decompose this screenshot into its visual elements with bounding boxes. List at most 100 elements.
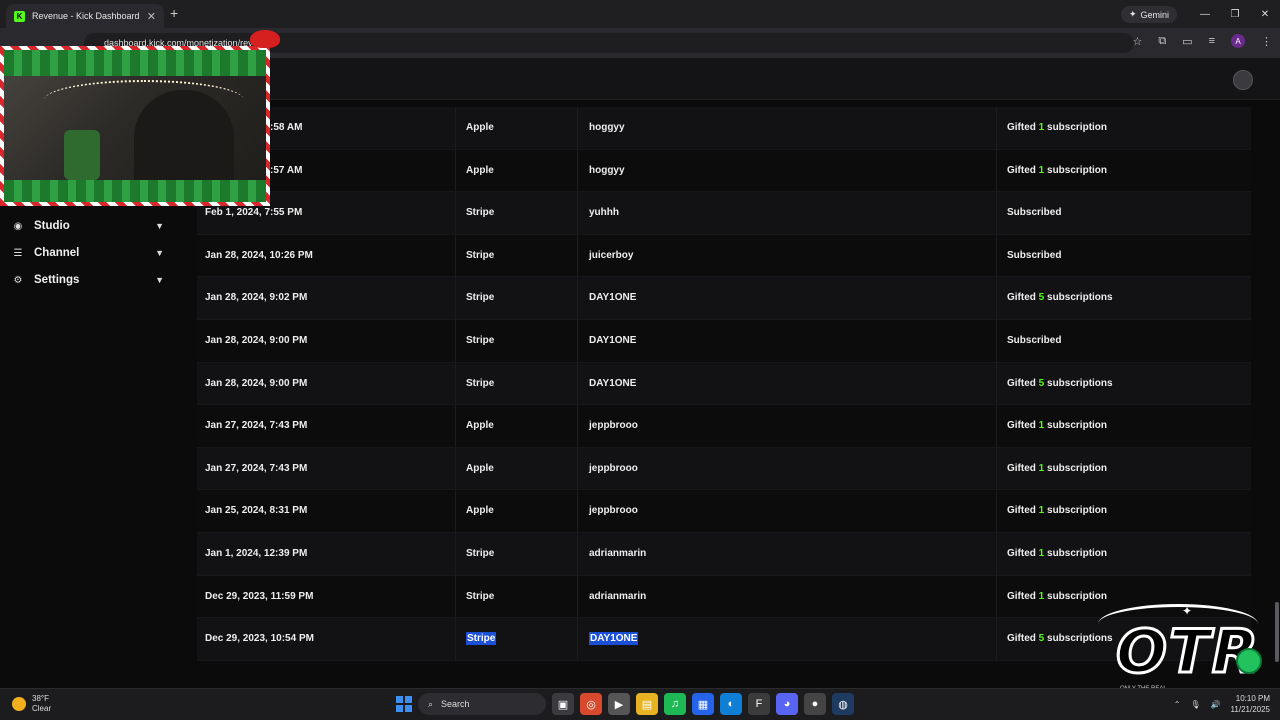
sidebar-item-channel[interactable]: ☰ Channel ▼ [12, 242, 164, 264]
username-link[interactable]: hoggyy [589, 122, 625, 133]
username-link[interactable]: juicerboy [589, 250, 633, 261]
type-cell: Gifted 5 subscriptions [1007, 363, 1113, 406]
username-link[interactable]: DAY1ONE [589, 292, 636, 303]
username-link[interactable]: adrianmarin [589, 548, 646, 559]
username-link[interactable]: yuhhh [589, 207, 619, 218]
browser-tab[interactable]: K Revenue - Kick Dashboard ✕ [6, 4, 164, 28]
user-avatar[interactable] [1233, 70, 1253, 90]
payment-method-cell: Stripe [466, 292, 495, 304]
task-view-icon[interactable]: ▣ [552, 693, 574, 715]
search-label: Search [441, 699, 470, 709]
sparkle-icon: ✦ [1182, 604, 1193, 618]
store-icon[interactable]: ▦ [692, 693, 714, 715]
username-link[interactable]: jeppbrooo [589, 505, 638, 516]
type-prefix: Subscribed [1007, 249, 1062, 261]
username-link[interactable]: DAY1ONE [589, 335, 636, 346]
payment-method-cell: Stripe [466, 334, 495, 346]
type-prefix: Gifted [1007, 420, 1039, 432]
minimize-icon[interactable]: — [1190, 0, 1220, 28]
type-cell: Gifted 5 subscriptions [1007, 277, 1113, 320]
type-suffix: subscription [1044, 164, 1108, 176]
kick-favicon-icon: K [14, 10, 25, 22]
username-link[interactable]: adrianmarin [589, 591, 646, 602]
column-divider [455, 362, 456, 405]
type-suffix: subscription [1044, 590, 1108, 602]
date-cell: Jan 28, 2024, 10:26 PM [205, 249, 313, 261]
payment-method-cell: Stripe [466, 377, 495, 389]
steam-icon[interactable]: ◍ [832, 693, 854, 715]
chevron-up-icon[interactable]: ⌃ [1174, 700, 1181, 709]
type-prefix: Subscribed [1007, 334, 1062, 346]
sidebar-item-label: Studio [34, 220, 70, 232]
new-tab-icon[interactable]: + [170, 5, 178, 21]
windows-start-icon[interactable] [396, 696, 412, 712]
type-cell: Gifted 5 subscriptions [1007, 618, 1113, 661]
payment-method-cell: Stripe [466, 632, 497, 646]
media-app-icon[interactable]: ▶ [608, 693, 630, 715]
media-icon[interactable]: ≡ [1209, 35, 1215, 47]
type-prefix: Gifted [1007, 547, 1039, 559]
kebab-menu-icon[interactable]: ⋮ [1261, 35, 1272, 48]
cast-icon[interactable]: ▭ [1182, 35, 1192, 48]
maximize-icon[interactable]: ❐ [1220, 0, 1250, 28]
column-divider [577, 277, 578, 319]
santa-hat-icon [250, 30, 280, 48]
taskbar-apps: ⌕ Search ▣ ◎ ▶ ▤ ♫ ▦ ◐ F ◕ ● ◍ [396, 693, 854, 715]
date-cell: Jan 1, 2024, 12:39 PM [205, 547, 308, 559]
gear-icon: ⚙ [13, 274, 23, 286]
payment-method-cell: Apple [466, 164, 494, 176]
username-link[interactable]: jeppbrooo [589, 420, 638, 431]
payment-method-cell: Stripe [466, 590, 495, 602]
column-divider [455, 405, 456, 447]
chrome-icon[interactable]: ◎ [580, 693, 602, 715]
discord-icon[interactable]: ◕ [776, 693, 798, 715]
mic-icon[interactable]: 🎙 [1190, 700, 1200, 709]
clock-time: 10:10 PM [1235, 694, 1270, 703]
spotify-icon[interactable]: ♫ [664, 693, 686, 715]
gemini-button[interactable]: ✦ Gemini [1121, 6, 1178, 23]
clock-date: 11/21/2025 [1230, 705, 1270, 714]
column-divider [996, 447, 997, 490]
obs-icon[interactable]: ● [804, 693, 826, 715]
sparkle-icon: ✦ [1129, 9, 1137, 19]
type-suffix: subscription [1044, 505, 1108, 517]
extensions-icon[interactable]: ⧉ [1158, 35, 1166, 48]
date-cell: Jan 25, 2024, 8:31 PM [205, 505, 308, 517]
sidebar-item-studio[interactable]: ◉ Studio ▼ [12, 215, 164, 237]
type-suffix: subscriptions [1044, 292, 1113, 304]
profile-avatar[interactable]: A [1231, 34, 1245, 48]
column-divider [996, 192, 997, 234]
weather-desc: Clear [32, 704, 52, 713]
window-close-icon[interactable]: ✕ [1250, 0, 1280, 28]
type-suffix: subscription [1044, 420, 1108, 432]
username-link[interactable]: DAY1ONE [589, 378, 636, 389]
table-row: Jan 27, 2024, 7:43 PM Apple jeppbrooo Gifte… [197, 405, 1251, 448]
type-prefix: Gifted [1007, 292, 1039, 304]
close-icon[interactable]: ✕ [147, 10, 156, 23]
clock[interactable]: 10:10 PM 11/21/2025 [1231, 693, 1270, 715]
username-link[interactable]: hoggyy [589, 165, 625, 176]
green-button-icon [1236, 648, 1262, 674]
chevron-down-icon: ▼ [155, 248, 164, 258]
f-app-icon[interactable]: F [748, 693, 770, 715]
table-row: Jan 28, 2024, 9:02 PM Stripe DAY1ONE Gifted… [197, 277, 1251, 320]
column-divider [996, 575, 997, 618]
column-divider [996, 618, 997, 660]
column-divider [577, 107, 578, 149]
file-explorer-icon[interactable]: ▤ [636, 693, 658, 715]
weather-temp: 38°F [32, 694, 49, 703]
username-link[interactable]: DAY1ONE [589, 632, 639, 646]
weather-widget[interactable]: 38°F Clear [12, 694, 51, 714]
date-cell: Jan 27, 2024, 7:43 PM [205, 420, 308, 432]
bookmark-star-icon[interactable]: ☆ [1132, 35, 1142, 48]
taskbar-search[interactable]: ⌕ Search [418, 693, 546, 715]
type-suffix: subscription [1044, 547, 1108, 559]
column-divider [455, 490, 456, 532]
column-divider [455, 447, 456, 490]
sidebar-item-settings[interactable]: ⚙ Settings ▼ [12, 269, 164, 291]
column-divider [577, 192, 578, 234]
type-cell: Subscribed [1007, 235, 1061, 278]
speaker-icon[interactable]: 🔊 [1211, 700, 1221, 709]
edge-icon[interactable]: ◐ [720, 693, 742, 715]
username-link[interactable]: jeppbrooo [589, 463, 638, 474]
